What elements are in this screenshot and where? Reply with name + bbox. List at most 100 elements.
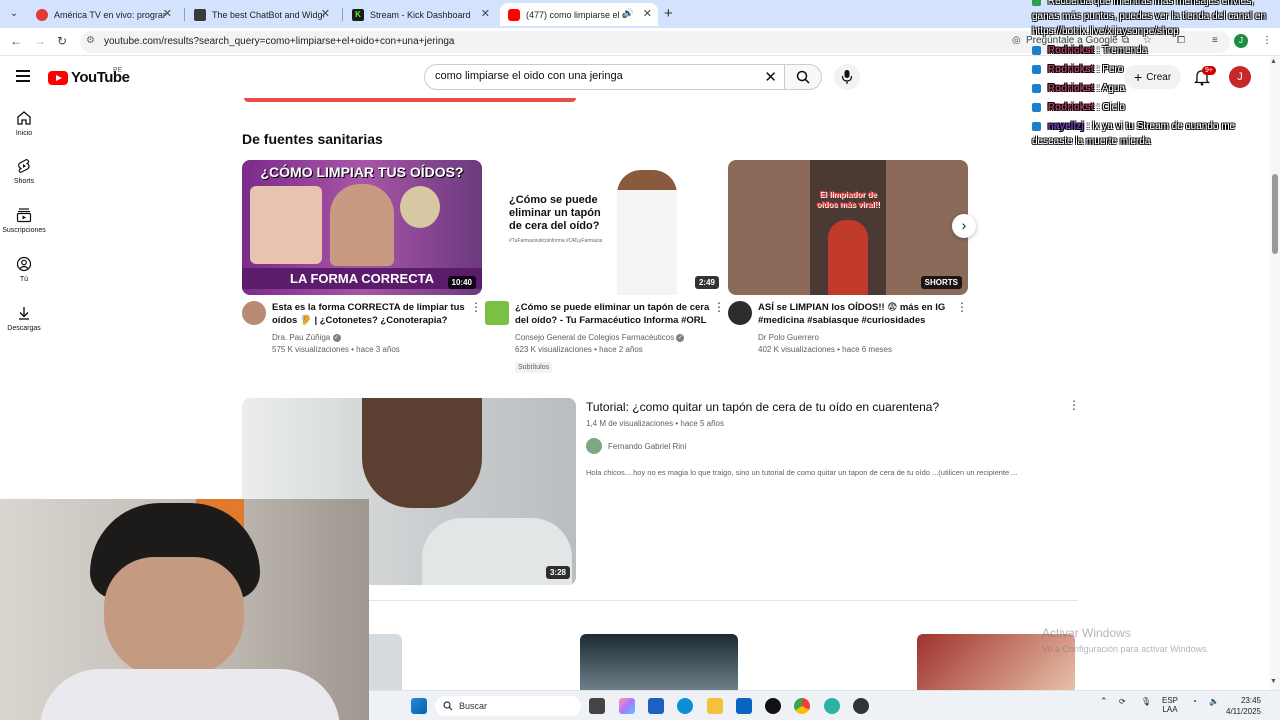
- carousel-next-button[interactable]: ›: [952, 214, 976, 238]
- tab-america-tv[interactable]: América TV en vivo: programac ✕: [28, 3, 178, 26]
- video-duration: 3:28: [545, 566, 570, 579]
- obs-icon[interactable]: [853, 698, 869, 714]
- channel-avatar[interactable]: [728, 301, 752, 325]
- chat-badge-icon: [1032, 45, 1041, 55]
- file-explorer-icon[interactable]: [707, 698, 723, 714]
- video-stats: 575 K visualizaciones • hace 3 años: [272, 345, 400, 354]
- chat-username: Rodrickst: [1047, 64, 1094, 75]
- scroll-down-arrow-icon[interactable]: ▼: [1270, 678, 1277, 685]
- close-icon[interactable]: ✕: [163, 7, 172, 20]
- start-windows-icon[interactable]: [411, 698, 427, 714]
- outlook-icon[interactable]: [736, 698, 752, 714]
- site-settings-icon[interactable]: ⚙: [86, 35, 95, 46]
- channel-avatar[interactable]: [586, 438, 602, 454]
- video-title[interactable]: ASÍ se LIMPIAN los OÍDOS!! 😨 más en IG #…: [758, 301, 954, 327]
- edge-icon[interactable]: [677, 698, 693, 714]
- health-source-card[interactable]: ¿CÓMO LIMPIAR TUS OÍDOS? LA FORMA CORREC…: [242, 160, 482, 356]
- verified-badge-icon: ✓: [332, 333, 341, 342]
- search-bar: ✕: [424, 64, 786, 90]
- hamburger-menu-icon[interactable]: [16, 70, 30, 82]
- tab-kick-dashboard[interactable]: K Stream - Kick Dashboard ✕: [344, 3, 496, 26]
- tab-separator: [184, 8, 185, 21]
- sidebar-item-subscriptions[interactable]: Suscripciones: [0, 207, 48, 234]
- tab-youtube-active[interactable]: (477) como limpiarse el oíd 🔊 ✕: [500, 3, 658, 26]
- clear-search-icon[interactable]: ✕: [764, 68, 777, 86]
- search-icon: [796, 70, 810, 84]
- volume-icon[interactable]: 🔈: [1209, 697, 1219, 706]
- chrome-icon[interactable]: [794, 698, 810, 714]
- tab-search-icon[interactable]: ⌄: [6, 6, 22, 22]
- chat-text: Recuerda que mientras más mensajes envíe…: [1032, 0, 1267, 37]
- chat-message: nayelizj : lx ya vi tu Stream de cuando …: [1032, 119, 1276, 149]
- previous-result-thumbnail-edge[interactable]: [244, 98, 576, 102]
- google-lens-icon[interactable]: ◎: [1012, 35, 1021, 46]
- health-source-card[interactable]: El limpiador de oídos más viral!! SHORTS…: [728, 160, 968, 356]
- chevron-up-icon[interactable]: ⌃: [1100, 697, 1108, 706]
- chatbot-favicon-icon: [194, 8, 206, 21]
- chat-text: Tremenda: [1102, 45, 1148, 56]
- sync-icon[interactable]: ⟳: [1119, 697, 1126, 706]
- channel-name[interactable]: Fernando Gabriel Rini: [608, 442, 686, 451]
- search-button[interactable]: [784, 64, 822, 90]
- taskbar-clock[interactable]: 23:45 4/11/2025: [1226, 695, 1261, 717]
- close-icon[interactable]: ✕: [643, 7, 652, 20]
- video-title[interactable]: Esta es la forma CORRECTA de limpiar tus…: [272, 301, 468, 327]
- section-title: De fuentes sanitarias: [242, 131, 383, 147]
- tab-label: América TV en vivo: programac: [54, 9, 166, 20]
- mic-tray-icon[interactable]: 🎙: [1141, 697, 1151, 706]
- video-thumbnail[interactable]: El limpiador de oídos más viral!! SHORTS: [728, 160, 968, 295]
- video-duration: 10:40: [447, 276, 476, 289]
- new-tab-button[interactable]: +: [664, 5, 673, 22]
- sidebar-item-downloads[interactable]: Descargas: [0, 305, 48, 332]
- watermark-title: Activar Windows: [1042, 626, 1131, 640]
- sidebar-label: Descargas: [7, 325, 41, 332]
- sidebar-item-home[interactable]: Inicio: [0, 110, 48, 137]
- thumbnail-caption: LA FORMA CORRECTA: [242, 268, 482, 289]
- copilot-icon[interactable]: [619, 698, 635, 714]
- health-source-card[interactable]: ¿Cómo se puede eliminar un tapón de cera…: [485, 160, 725, 374]
- task-view-icon[interactable]: [589, 698, 605, 714]
- search-input[interactable]: [435, 70, 755, 82]
- video-title[interactable]: ¿Cómo se puede eliminar un tapón de cera…: [515, 301, 711, 327]
- shorts-icon: [18, 158, 30, 174]
- channel-name[interactable]: Consejo General de Colegios Farmacéutico…: [515, 333, 674, 342]
- more-actions-icon[interactable]: ⋮: [956, 301, 968, 327]
- video-thumbnail[interactable]: ¿Cómo se puede eliminar un tapón de cera…: [485, 160, 725, 295]
- video-title[interactable]: Tutorial: ¿como quitar un tapón de cera …: [586, 400, 1066, 415]
- url-text[interactable]: youtube.com/results?search_query=como+li…: [104, 36, 455, 47]
- tab-separator: [342, 8, 343, 21]
- language-indicator[interactable]: ESP LAA: [1162, 696, 1178, 714]
- subtitles-chip: Subtítulos: [515, 362, 553, 373]
- chat-username: nayelizj: [1047, 121, 1084, 132]
- reload-icon[interactable]: ↻: [57, 34, 67, 48]
- chat-badge-icon: [1032, 64, 1041, 74]
- channel-name[interactable]: Dra. Pau Zúñiga: [272, 333, 330, 342]
- chat-message: Rodrickst : Pero: [1032, 62, 1276, 77]
- close-icon[interactable]: ✕: [321, 7, 330, 20]
- back-arrow-icon[interactable]: ←: [10, 34, 22, 48]
- more-actions-icon[interactable]: ⋮: [1068, 398, 1080, 412]
- channel-avatar[interactable]: [485, 301, 509, 325]
- more-actions-icon[interactable]: ⋮: [713, 301, 725, 327]
- audio-playing-icon[interactable]: 🔊: [623, 8, 634, 19]
- chat-username: Rodrickst: [1047, 102, 1094, 113]
- taskbar-search-placeholder: Buscar: [459, 701, 488, 711]
- tab-chatbot-widgets[interactable]: The best ChatBot and Widgets ✕: [186, 3, 336, 26]
- next-result-thumbnail[interactable]: [580, 634, 738, 690]
- wifi-icon[interactable]: ◔: [1192, 697, 1197, 706]
- video-thumbnail[interactable]: ¿CÓMO LIMPIAR TUS OÍDOS? LA FORMA CORREC…: [242, 160, 482, 295]
- app-icon[interactable]: [824, 698, 840, 714]
- forward-arrow-icon[interactable]: →: [34, 34, 46, 48]
- microphone-icon: [841, 70, 853, 84]
- taskbar-search[interactable]: Buscar: [435, 696, 581, 716]
- scrollbar-thumb[interactable]: [1272, 174, 1278, 254]
- store-icon[interactable]: [648, 698, 664, 714]
- channel-avatar[interactable]: [242, 301, 266, 325]
- sidebar-item-you[interactable]: Tú: [0, 256, 48, 283]
- tiktok-icon[interactable]: [765, 698, 781, 714]
- voice-search-button[interactable]: [834, 64, 860, 90]
- more-actions-icon[interactable]: ⋮: [470, 301, 482, 327]
- close-icon[interactable]: ✕: [481, 7, 490, 20]
- sidebar-item-shorts[interactable]: Shorts: [0, 158, 48, 185]
- channel-name[interactable]: Dr Polo Guerrero: [758, 333, 819, 342]
